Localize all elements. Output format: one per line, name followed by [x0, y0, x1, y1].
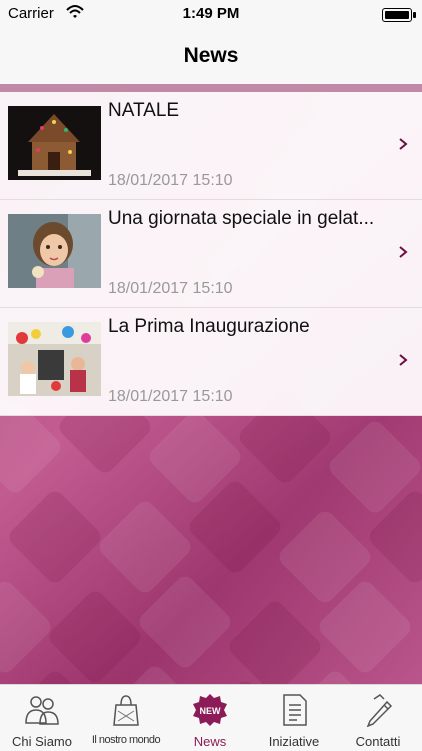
- news-item[interactable]: Una giornata speciale in gelat... 18/01/…: [0, 200, 422, 308]
- news-list: NATALE 18/01/2017 15:10 Una giornata spe…: [0, 92, 422, 416]
- tab-label: Chi Siamo: [12, 734, 72, 749]
- news-thumbnail: [8, 322, 101, 396]
- chevron-right-icon: [399, 354, 408, 366]
- party-photo-image: [8, 322, 101, 396]
- pen-icon: [366, 694, 393, 727]
- status-time: 1:49 PM: [182, 5, 240, 22]
- chevron-right-icon: [399, 138, 408, 150]
- chevron-right-icon: [399, 246, 408, 258]
- news-title: La Prima Inaugurazione: [108, 316, 310, 337]
- tab-label: Il nostro mondo: [91, 734, 161, 746]
- gingerbread-house-image: [8, 106, 101, 180]
- shopping-bag-icon: [113, 695, 139, 726]
- news-date: 18/01/2017 15:10: [108, 172, 233, 189]
- news-item[interactable]: La Prima Inaugurazione 18/01/2017 15:10: [0, 308, 422, 416]
- content-area[interactable]: NATALE 18/01/2017 15:10 Una giornata spe…: [0, 92, 422, 684]
- document-icon: [283, 694, 307, 726]
- tab-iniziative[interactable]: Iniziative: [252, 685, 336, 751]
- news-title: Una giornata speciale in gelat...: [108, 208, 375, 229]
- news-thumbnail: [8, 106, 101, 180]
- news-date: 18/01/2017 15:10: [108, 280, 233, 297]
- news-date: 18/01/2017 15:10: [108, 388, 233, 405]
- tab-chi-siamo[interactable]: Chi Siamo: [0, 685, 84, 751]
- battery-fill: [385, 11, 409, 19]
- news-thumbnail: [8, 214, 101, 288]
- news-item[interactable]: NATALE 18/01/2017 15:10: [0, 92, 422, 200]
- battery-icon: [382, 8, 416, 22]
- background-pattern: [0, 377, 422, 684]
- tab-bar: Chi Siamo Il nostro mondo NEW News Inizi…: [0, 684, 422, 751]
- svg-text:NEW: NEW: [200, 706, 222, 716]
- tab-il-nostro-mondo[interactable]: Il nostro mondo: [84, 685, 168, 751]
- news-title: NATALE: [108, 100, 180, 121]
- tab-label: Contatti: [355, 734, 401, 749]
- child-photo-image: [8, 214, 101, 288]
- header-divider: [0, 84, 422, 92]
- tab-news[interactable]: NEW News: [168, 685, 252, 751]
- tab-contatti[interactable]: Contatti: [336, 685, 420, 751]
- page-title: News: [183, 44, 239, 67]
- tab-label: News: [193, 734, 227, 749]
- status-bar: Carrier 1:49 PM: [0, 0, 422, 28]
- people-icon: [25, 696, 59, 725]
- navigation-bar: News: [0, 28, 422, 85]
- tab-label: Iniziative: [268, 734, 320, 749]
- new-badge-icon: NEW: [193, 694, 227, 726]
